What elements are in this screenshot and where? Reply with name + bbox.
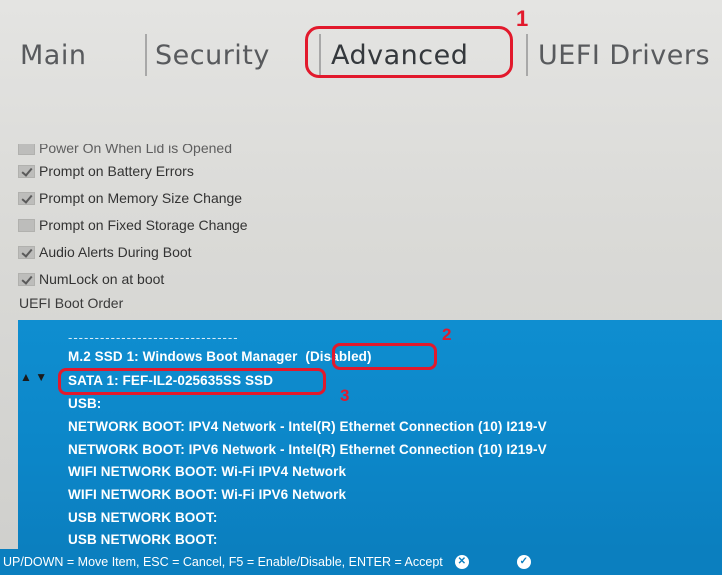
checkbox[interactable] [18, 144, 35, 155]
checkbox-checked[interactable] [18, 272, 35, 286]
tab-divider [526, 34, 528, 76]
uefi-boot-order-title: UEFI Boot Order [19, 295, 124, 311]
tab-uefi-drivers[interactable]: UEFI Drivers [538, 40, 710, 71]
checkbox-checked[interactable] [18, 191, 35, 205]
checkbox[interactable] [18, 218, 35, 232]
check-icon[interactable]: ✓ [516, 555, 531, 569]
boot-item-wifi-ipv4[interactable]: WIFI NETWORK BOOT: Wi-Fi IPV4 Network [68, 464, 346, 479]
highlight-sata-item [58, 368, 326, 395]
option-label: Power On When Lid is Opened [39, 140, 232, 156]
boot-list-separator: -------------------------------- [68, 330, 239, 345]
highlight-disabled-tag [332, 343, 437, 370]
checkbox-checked[interactable] [18, 245, 35, 259]
option-prompt-battery-errors[interactable]: Prompt on Battery Errors [18, 161, 194, 181]
close-icon[interactable]: ✕ [454, 555, 469, 569]
annotation-number: 2 [442, 325, 452, 344]
help-bar: UP/DOWN = Move Item, ESC = Cancel, F5 = … [0, 549, 722, 575]
tab-main[interactable]: Main [20, 40, 86, 71]
tab-bar: Main Security Advanced UEFI Drivers 1 [0, 0, 722, 95]
boot-item-label: M.2 SSD 1: Windows Boot Manager [68, 349, 298, 364]
checkbox-checked[interactable] [18, 164, 35, 178]
move-arrows-icon: ▲ ▼ [20, 370, 48, 384]
boot-item-network-ipv4[interactable]: NETWORK BOOT: IPV4 Network - Intel(R) Et… [68, 419, 547, 434]
option-label: NumLock on at boot [39, 271, 165, 287]
boot-item-m2-ssd[interactable]: M.2 SSD 1: Windows Boot Manager (Disable… [68, 349, 372, 364]
boot-item-usb-network-2[interactable]: USB NETWORK BOOT: [68, 532, 217, 547]
boot-item-usb-network-1[interactable]: USB NETWORK BOOT: [68, 510, 217, 525]
option-numlock[interactable]: NumLock on at boot [18, 269, 164, 289]
option-audio-alerts[interactable]: Audio Alerts During Boot [18, 242, 192, 262]
option-label: Audio Alerts During Boot [39, 244, 192, 260]
option-label: Prompt on Memory Size Change [39, 190, 243, 206]
option-label: Prompt on Fixed Storage Change [39, 217, 248, 233]
annotation-number: 1 [516, 6, 529, 31]
option-label: Prompt on Battery Errors [39, 163, 194, 179]
boot-item-usb[interactable]: USB: [68, 396, 101, 411]
annotation-number: 3 [340, 386, 350, 405]
option-prompt-memory-size[interactable]: Prompt on Memory Size Change [18, 188, 242, 208]
boot-item-network-ipv6[interactable]: NETWORK BOOT: IPV6 Network - Intel(R) Et… [68, 442, 547, 457]
bios-screen: Main Security Advanced UEFI Drivers 1 Po… [0, 0, 722, 575]
boot-item-wifi-ipv6[interactable]: WIFI NETWORK BOOT: Wi-Fi IPV6 Network [68, 487, 346, 502]
tab-divider [145, 34, 147, 76]
option-power-on-lid[interactable]: Power On When Lid is Opened [18, 140, 232, 158]
tab-security[interactable]: Security [155, 40, 270, 71]
option-prompt-fixed-storage[interactable]: Prompt on Fixed Storage Change [18, 215, 248, 235]
highlight-advanced-tab [305, 26, 513, 78]
help-text: UP/DOWN = Move Item, ESC = Cancel, F5 = … [3, 555, 443, 569]
